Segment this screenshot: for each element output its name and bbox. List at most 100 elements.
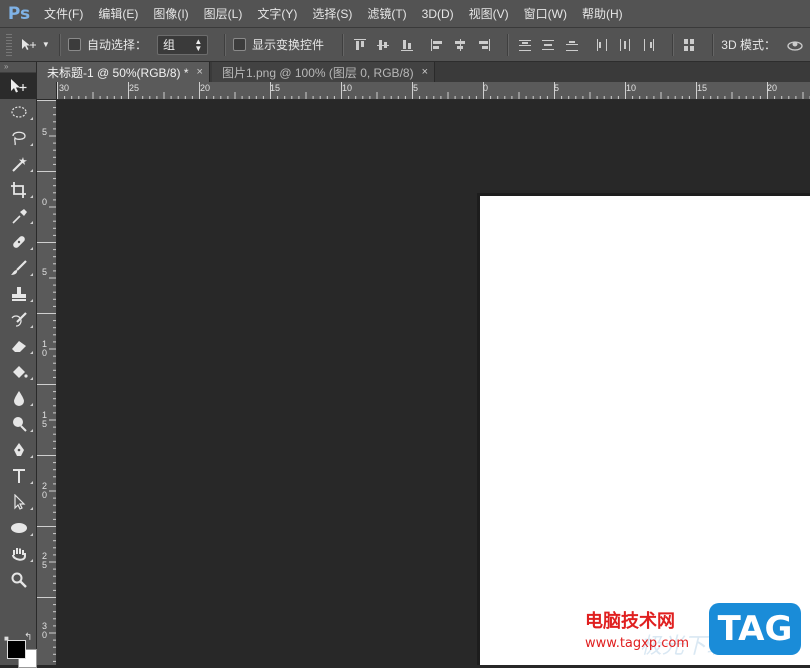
divider [224,33,226,56]
distribute-hcenter-icon[interactable] [616,36,634,54]
show-transform-label: 显示变换控件 [252,38,325,52]
divider [342,33,343,56]
ruler-label: 0 [483,83,489,93]
options-bar-grip[interactable] [6,33,12,56]
ruler-label: 5 [413,83,419,93]
ruler-label: 15 [697,83,708,93]
ruler-corner[interactable] [37,82,57,100]
eraser-tool-icon[interactable] [0,333,37,359]
menu-edit[interactable]: 编辑(E) [98,5,138,22]
close-icon[interactable]: × [422,66,428,78]
divider [671,33,673,56]
updown-arrows-icon: ▲ ▼ [194,36,203,53]
ruler-label: 2 0 [42,481,48,500]
ruler-label: 15 [270,83,281,93]
eyedropper-tool-icon[interactable] [0,203,37,229]
move-tool-icon[interactable] [0,73,37,99]
menu-3d[interactable]: 3D(D) [422,7,454,21]
crop-tool-icon[interactable] [0,177,37,203]
menu-filter[interactable]: 滤镜(T) [367,5,406,22]
photoshop-logo: Ps [7,3,31,24]
distribute-top-icon[interactable] [516,36,534,54]
align-bottom-icon[interactable] [398,36,416,54]
ruler-label: 25 [129,83,140,93]
brush-tool-icon[interactable] [0,255,37,281]
3d-mode-label: 3D 模式： [721,38,776,52]
chevron-down-icon: ▼ [41,40,50,49]
tab-untitled-1[interactable]: 未标题-1 @ 50%(RGB/8) * × [37,62,210,82]
menu-select[interactable]: 选择(S) [312,5,352,22]
ruler-label: 5 [42,127,48,137]
magic-wand-tool-icon[interactable] [0,151,37,177]
menu-help[interactable]: 帮助(H) [582,5,623,22]
align-right-icon[interactable] [475,36,493,54]
distribute-bottom-icon[interactable] [563,36,581,54]
lasso-tool-icon[interactable] [0,125,37,151]
align-left-icon[interactable] [428,36,446,54]
align-hcenter-icon[interactable] [452,36,470,54]
options-bar: ▼ 自动选择： 组 ▲ ▼ 显示变换控件 3D 模式： [0,28,810,62]
tools-panel-header[interactable]: » [0,62,36,73]
divider [506,33,508,56]
dodge-tool-icon[interactable] [0,411,37,437]
paint-bucket-tool-icon[interactable] [0,359,37,385]
path-selection-tool-icon[interactable] [0,489,37,515]
ruler-label: 3 0 [42,621,48,640]
menu-window[interactable]: 窗口(W) [524,5,567,22]
divider [712,33,714,56]
pen-tool-icon[interactable] [0,437,37,463]
document-tabs: 未标题-1 @ 50%(RGB/8) * × 图片1.png @ 100% (图… [37,62,810,82]
ruler-label: 10 [342,83,353,93]
ruler-ticks [37,100,56,662]
document-canvas[interactable] [480,196,810,665]
menu-bar: Ps 文件(F) 编辑(E) 图像(I) 图层(L) 文字(Y) 选择(S) 滤… [0,0,810,28]
auto-select-value: 组 [163,38,176,52]
ruler-label: 5 [554,83,560,93]
align-top-icon[interactable] [351,36,369,54]
move-tool-icon [21,38,36,50]
zoom-tool-icon[interactable] [0,567,37,593]
clone-stamp-tool-icon[interactable] [0,281,37,307]
type-tool-icon[interactable] [0,463,37,489]
watermark-url: www.tagxp.com [585,636,689,651]
ruler-label: 0 [42,197,48,207]
tab-title: 图片1.png @ 100% (图层 0, RGB/8) [221,65,414,80]
ruler-label: 5 [42,267,48,277]
3d-rotate-icon[interactable] [786,36,804,54]
distribute-vcenter-icon[interactable] [539,36,557,54]
show-transform-checkbox[interactable] [233,38,246,51]
menu-image[interactable]: 图像(I) [153,5,188,22]
distribute-right-icon[interactable] [640,36,658,54]
tab-image1-png[interactable]: 图片1.png @ 100% (图层 0, RGB/8) × [211,62,436,82]
auto-align-layers-icon[interactable] [681,36,699,54]
menu-type[interactable]: 文字(Y) [257,5,297,22]
healing-brush-tool-icon[interactable] [0,229,37,255]
menu-view[interactable]: 视图(V) [469,5,509,22]
marquee-tool-icon[interactable] [0,99,37,125]
divider [59,33,61,56]
ruler-label: 10 [626,83,637,93]
auto-select-checkbox[interactable] [68,38,82,51]
ruler-label: 1 0 [42,339,48,358]
ellipse-tool-icon[interactable] [0,515,37,541]
hand-tool-icon[interactable] [0,541,37,567]
distribute-left-icon[interactable] [593,36,611,54]
close-icon[interactable]: × [197,66,203,78]
foreground-color-swatch[interactable] [7,640,26,659]
ruler-label: 20 [767,83,778,93]
color-swatches: ■ ↰ [4,632,37,668]
history-brush-tool-icon[interactable] [0,307,37,333]
menu-layer[interactable]: 图层(L) [204,5,243,22]
vertical-ruler[interactable]: 5 0 5 1 0 1 5 2 0 2 5 3 0 [37,100,57,665]
ruler-label: 1 5 [42,410,48,429]
align-vcenter-icon[interactable] [375,36,393,54]
auto-select-label: 自动选择： [87,38,148,52]
menu-file[interactable]: 文件(F) [44,5,83,22]
auto-select-dropdown[interactable]: 组 ▲ ▼ [157,34,209,55]
horizontal-ruler[interactable]: 30 25 20 15 10 5 0 5 10 15 20 [57,82,810,100]
watermark-site-name: 电脑技术网 [585,611,675,632]
ruler-label: 20 [200,83,211,93]
ruler-label: 2 5 [42,551,48,570]
tool-preset-picker[interactable]: ▼ [20,38,51,52]
blur-tool-icon[interactable] [0,385,37,411]
